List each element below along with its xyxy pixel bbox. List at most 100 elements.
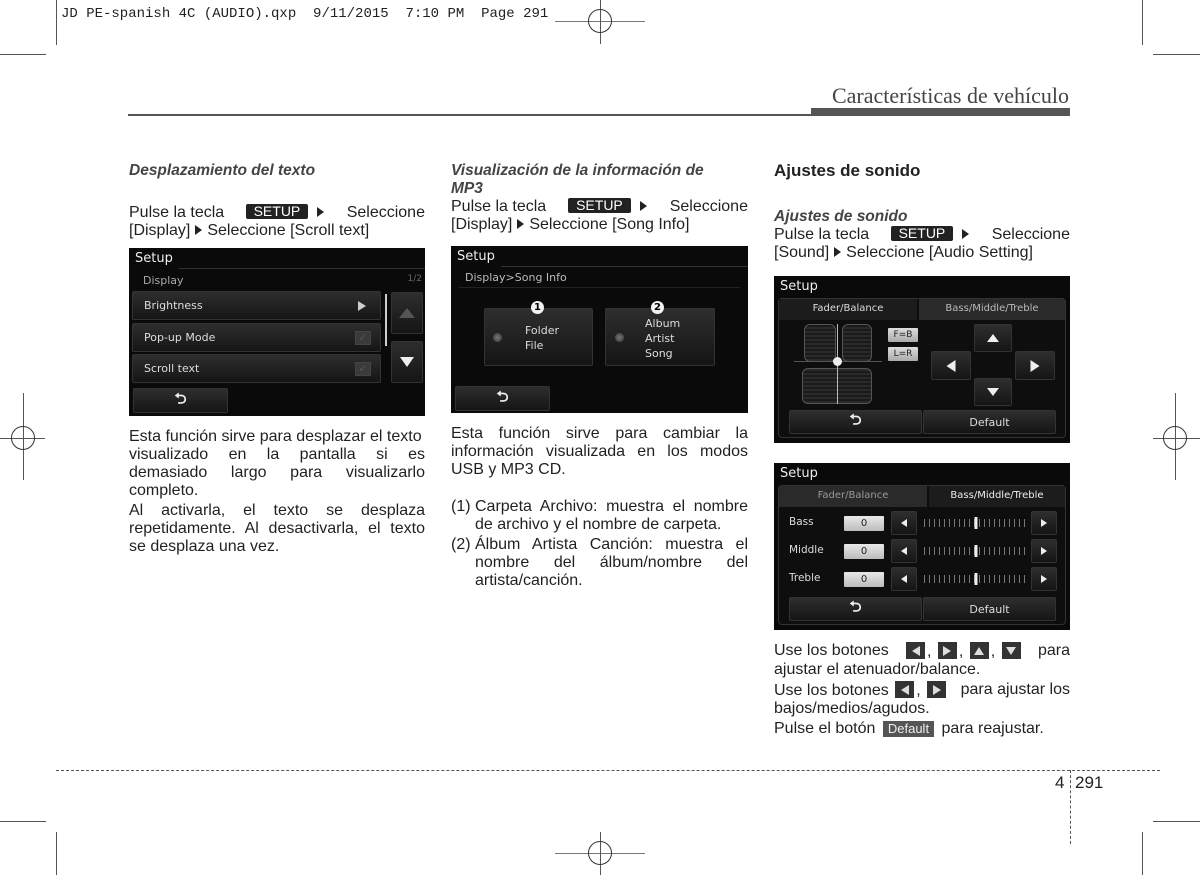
default-key-label: Default [882, 721, 935, 737]
text-line: Álbum Artista Canción: muestra el [475, 536, 748, 554]
section-label: Display [143, 274, 184, 287]
scrollbar[interactable] [385, 294, 387, 346]
balance-right-button[interactable] [1015, 351, 1055, 380]
text: Álbum Artista Canción: muestra el [475, 536, 748, 553]
note-text: Pulse el botón [774, 720, 876, 737]
position-marker[interactable] [833, 357, 842, 366]
arrow-right-icon [1041, 519, 1047, 527]
text-line: demasiado largo para visualizarlo [129, 464, 425, 482]
increase-button[interactable] [1031, 567, 1057, 591]
eq-row-bass: Bass 0 [774, 510, 1070, 536]
option-album-artist-song[interactable]: Album Artist Song [605, 308, 715, 366]
arrow-right-icon [937, 642, 957, 659]
option-label: Album [645, 317, 681, 330]
back-button[interactable]: ⮌ [789, 597, 922, 621]
seat-front-left [804, 324, 836, 362]
back-button[interactable]: ⮌ [133, 388, 228, 413]
arrow-left-icon [946, 359, 956, 372]
screen-title: Setup [135, 251, 173, 266]
eq-slider[interactable] [924, 510, 1027, 536]
print-slug: JD PE-spanish 4C (AUDIO).qxp 9/11/2015 7… [61, 6, 549, 22]
slider-thumb[interactable] [974, 517, 977, 529]
instruction-line: Pulse la tecla SETUP Seleccione [129, 204, 425, 222]
instruction-line: [Sound] Seleccione [Audio Setting] [774, 244, 1070, 262]
fader-up-button[interactable] [974, 324, 1012, 352]
fb-equal-button[interactable]: F=B [888, 328, 918, 342]
seat-diagram[interactable] [794, 324, 882, 404]
crop-mark [1142, 832, 1143, 875]
screen-title: Setup [457, 249, 495, 264]
chevron-right-icon [358, 301, 366, 311]
title-divider [501, 266, 748, 267]
page-number: 291 [1075, 773, 1104, 792]
arrow-up-icon [987, 334, 999, 342]
paragraph: Esta función sirve para cambiar la infor… [451, 425, 748, 479]
tab-bass-middle-treble[interactable]: Bass/Middle/Treble [919, 299, 1065, 320]
slider-thumb[interactable] [974, 573, 977, 585]
instruction-text: Pulse la tecla [129, 204, 225, 221]
text-line: completo. [129, 482, 199, 499]
option-label: Song [645, 347, 673, 360]
arrow-right-icon [927, 681, 947, 698]
back-icon: ⮌ [496, 387, 509, 405]
menu-item-scroll-text[interactable]: Scroll text ✓ [132, 354, 381, 383]
decrease-button[interactable] [891, 539, 917, 563]
note-text: para ajustar los [960, 681, 1070, 698]
text: nombre del álbum/nombre del [475, 554, 748, 571]
crop-mark [56, 832, 57, 875]
column-3: Ajustes de sonido Ajustes de sonido Puls… [774, 162, 1070, 262]
note-line: Use los botones , , , para [774, 642, 1070, 661]
decrease-button[interactable] [891, 511, 917, 535]
setup-key-label: SETUP [245, 204, 309, 219]
instruction-text: Seleccione [Song Info] [529, 216, 690, 233]
increase-button[interactable] [1031, 511, 1057, 535]
menu-item-brightness[interactable]: Brightness [132, 291, 381, 320]
eq-value: 0 [844, 572, 884, 587]
instruction-text: Pulse la tecla [774, 226, 870, 243]
crop-mark [56, 0, 57, 45]
section-subtitle: Ajustes de sonido [774, 208, 908, 225]
back-button[interactable]: ⮌ [455, 386, 550, 411]
instruction-text: Seleccione [991, 226, 1070, 243]
radio-button[interactable] [615, 333, 624, 342]
text-line: repetidamente. Al desactivarla, el texto [129, 520, 425, 538]
default-button[interactable]: Default [923, 597, 1056, 621]
section-subtitle-cont: MP3 [451, 180, 483, 197]
checkbox[interactable]: ✓ [355, 331, 371, 345]
radio-button[interactable] [493, 333, 502, 342]
slider-thumb[interactable] [974, 545, 977, 557]
checkbox[interactable]: ✓ [355, 362, 371, 376]
text-line: Esta función sirve para desplazar el tex… [129, 428, 422, 445]
tab-fader-balance[interactable]: Fader/Balance [779, 486, 927, 507]
balance-left-button[interactable] [931, 351, 971, 380]
scroll-down-button[interactable] [391, 341, 423, 383]
option-label: Folder [525, 324, 559, 337]
arrow-right-icon [1041, 575, 1047, 583]
scroll-up-button[interactable] [391, 292, 423, 334]
instruction-text: Seleccione [346, 204, 425, 221]
registration-mark [588, 9, 612, 33]
registration-mark [588, 841, 612, 865]
crop-mark [1142, 0, 1143, 45]
arrow-icon [639, 201, 647, 211]
eq-label: Bass [789, 516, 814, 528]
default-button[interactable]: Default [923, 410, 1056, 434]
note-text: Use los botones [774, 642, 889, 659]
lr-equal-button[interactable]: L=R [888, 347, 918, 361]
screen-title: Setup [780, 466, 818, 481]
menu-item-popup-mode[interactable]: Pop-up Mode ✓ [132, 323, 381, 352]
eq-slider[interactable] [924, 566, 1027, 592]
arrow-icon [517, 219, 525, 229]
menu-item-label: Pop-up Mode [144, 331, 216, 344]
eq-label: Middle [789, 544, 824, 556]
increase-button[interactable] [1031, 539, 1057, 563]
eq-row-middle: Middle 0 [774, 538, 1070, 564]
back-button[interactable]: ⮌ [789, 410, 922, 434]
eq-slider[interactable] [924, 538, 1027, 564]
tab-bass-middle-treble[interactable]: Bass/Middle/Treble [929, 486, 1065, 507]
tab-fader-balance[interactable]: Fader/Balance [779, 299, 917, 320]
fader-down-button[interactable] [974, 378, 1012, 406]
option-folder-file[interactable]: Folder File [484, 308, 593, 366]
text: Carpeta Archivo: muestra el nombre [475, 498, 748, 515]
decrease-button[interactable] [891, 567, 917, 591]
